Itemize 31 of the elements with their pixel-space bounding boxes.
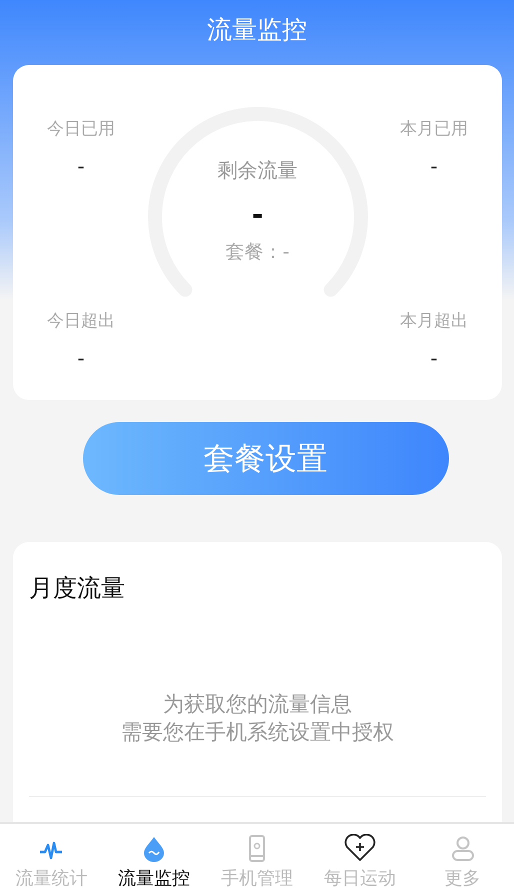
permission-message: 为获取您的流量信息 (163, 691, 352, 718)
stat-value: - (77, 154, 85, 178)
nav-tab[interactable]: 流量统计 (0, 824, 103, 892)
stat-value: - (430, 346, 438, 370)
nav-tab[interactable]: 每日运动 (308, 824, 412, 892)
stat-label: 本月超出 (400, 310, 468, 332)
tab-label: 每日运动 (324, 867, 396, 890)
tab-label: 流量统计 (15, 867, 88, 890)
phone-icon (248, 835, 265, 862)
drop-icon (143, 836, 166, 862)
nav-tab[interactable]: 更多 (411, 824, 514, 892)
stat-label: 今日已用 (47, 118, 115, 140)
stat-value: - (77, 346, 85, 370)
stat-label: 今日超出 (47, 310, 115, 332)
tab-label: 手机管理 (220, 867, 293, 890)
stat-label: 本月已用 (400, 118, 468, 140)
nav-tab[interactable]: 流量监控 (102, 824, 206, 892)
gauge-label: 剩余流量 (218, 157, 298, 184)
tab-label: 流量监控 (118, 867, 190, 890)
person-icon (450, 836, 475, 862)
gauge-value: - (252, 198, 264, 231)
plan-text: 套餐：- (226, 240, 290, 265)
stat-value: - (430, 154, 438, 178)
heart-plus-icon (342, 834, 377, 862)
permission-message: 需要您在手机系统设置中授权 (121, 719, 394, 746)
nav-tab[interactable]: 手机管理 (206, 824, 308, 892)
page-title: 流量监控 (207, 14, 307, 46)
pulse-icon (39, 840, 64, 862)
section-title: 月度流量 (29, 573, 126, 604)
plan-settings-button[interactable]: 套餐设置 (82, 422, 448, 495)
tab-label: 更多 (444, 867, 481, 890)
